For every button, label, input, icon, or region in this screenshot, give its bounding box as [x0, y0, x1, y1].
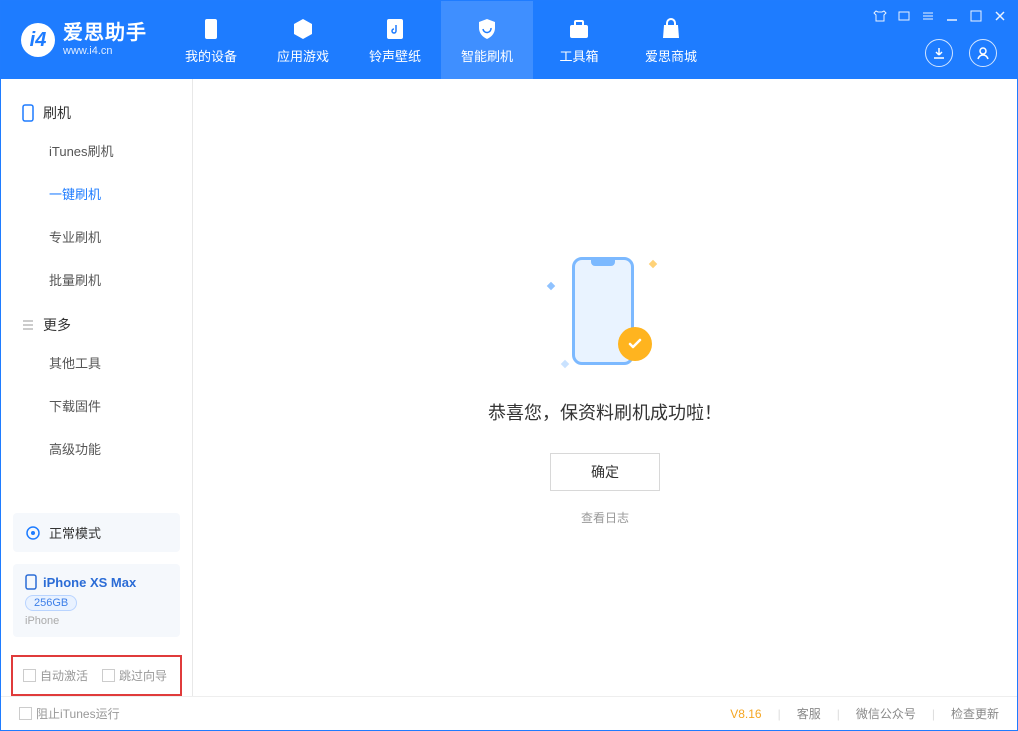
storage-badge: 256GB: [25, 595, 77, 611]
device-icon: [25, 574, 37, 590]
sidebar-item-batch-flash[interactable]: 批量刷机: [1, 258, 192, 301]
bag-icon: [658, 16, 684, 42]
checkbox-skip-guide[interactable]: 跳过向导: [102, 667, 167, 684]
maximize-button[interactable]: [969, 9, 983, 23]
checkbox-auto-activate[interactable]: 自动激活: [23, 667, 88, 684]
sidebar-group-more: 更多: [1, 301, 192, 341]
toolbox-icon: [566, 16, 592, 42]
nav-apps-games[interactable]: 应用游戏: [257, 1, 349, 79]
mini-window-icon[interactable]: [897, 9, 911, 23]
nav-store[interactable]: 爱思商城: [625, 1, 717, 79]
download-button[interactable]: [925, 39, 953, 67]
nav-my-device[interactable]: 我的设备: [165, 1, 257, 79]
device-icon: [198, 16, 224, 42]
list-icon: [21, 318, 35, 332]
app-name-en: www.i4.cn: [63, 45, 147, 58]
logo: i4 爱思助手 www.i4.cn: [1, 1, 165, 79]
phone-outline-icon: [21, 104, 35, 122]
close-button[interactable]: [993, 9, 1007, 23]
cube-icon: [290, 16, 316, 42]
user-button[interactable]: [969, 39, 997, 67]
footer-link-check-update[interactable]: 检查更新: [951, 705, 999, 722]
content-area: 恭喜您，保资料刷机成功啦！ 确定 查看日志: [193, 79, 1017, 696]
nav-smart-flash[interactable]: 智能刷机: [441, 1, 533, 79]
sidebar-group-flash: 刷机: [1, 89, 192, 129]
ok-button[interactable]: 确定: [550, 453, 660, 491]
mode-block[interactable]: 正常模式: [13, 513, 180, 552]
device-block[interactable]: iPhone XS Max 256GB iPhone: [13, 564, 180, 637]
music-file-icon: [382, 16, 408, 42]
success-illustration: [540, 249, 670, 379]
app-window: i4 爱思助手 www.i4.cn 我的设备 应用游戏 铃声壁纸 智能刷机: [0, 0, 1018, 731]
sidebar-item-download-firmware[interactable]: 下载固件: [1, 384, 192, 427]
window-controls: [873, 9, 1007, 23]
footer: 阻止iTunes运行 V8.16 | 客服 | 微信公众号 | 检查更新: [1, 696, 1017, 730]
version-label: V8.16: [730, 707, 761, 721]
sidebar-item-pro-flash[interactable]: 专业刷机: [1, 215, 192, 258]
app-name-cn: 爱思助手: [63, 21, 147, 45]
device-type: iPhone: [25, 615, 168, 627]
sidebar-item-other-tools[interactable]: 其他工具: [1, 341, 192, 384]
footer-link-support[interactable]: 客服: [797, 705, 821, 722]
header: i4 爱思助手 www.i4.cn 我的设备 应用游戏 铃声壁纸 智能刷机: [1, 1, 1017, 79]
shield-refresh-icon: [474, 16, 500, 42]
footer-link-wechat[interactable]: 微信公众号: [856, 705, 916, 722]
sidebar-item-itunes-flash[interactable]: iTunes刷机: [1, 129, 192, 172]
mode-icon: [25, 525, 41, 541]
device-name-label: iPhone XS Max: [43, 575, 136, 590]
logo-icon: i4: [21, 23, 55, 57]
view-log-link[interactable]: 查看日志: [581, 509, 629, 526]
sidebar: 刷机 iTunes刷机 一键刷机 专业刷机 批量刷机 更多 其他工具 下载固件 …: [1, 79, 193, 696]
checkmark-badge-icon: [618, 327, 652, 361]
mode-label: 正常模式: [49, 523, 101, 542]
body: 刷机 iTunes刷机 一键刷机 专业刷机 批量刷机 更多 其他工具 下载固件 …: [1, 79, 1017, 696]
nav-toolbox[interactable]: 工具箱: [533, 1, 625, 79]
tshirt-icon[interactable]: [873, 9, 887, 23]
checkbox-block-itunes[interactable]: 阻止iTunes运行: [19, 705, 120, 722]
sidebar-item-advanced[interactable]: 高级功能: [1, 427, 192, 470]
menu-icon[interactable]: [921, 9, 935, 23]
nav-ringtones-wallpapers[interactable]: 铃声壁纸: [349, 1, 441, 79]
nav-tabs: 我的设备 应用游戏 铃声壁纸 智能刷机 工具箱 爱思商城: [165, 1, 717, 79]
success-message: 恭喜您，保资料刷机成功啦！: [488, 399, 722, 425]
minimize-button[interactable]: [945, 9, 959, 23]
options-row-highlighted: 自动激活 跳过向导: [11, 655, 182, 696]
sidebar-item-oneclick-flash[interactable]: 一键刷机: [1, 172, 192, 215]
